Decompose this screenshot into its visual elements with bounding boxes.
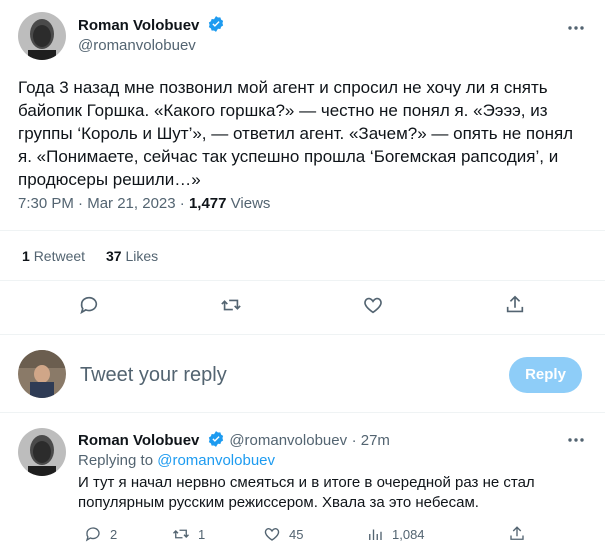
retweets-count: 1 bbox=[198, 526, 206, 542]
reply-replies[interactable]: 2 bbox=[84, 525, 117, 543]
like-icon[interactable] bbox=[362, 294, 384, 316]
views-icon bbox=[369, 529, 382, 540]
likes-count: 37 bbox=[106, 248, 122, 264]
views-label: Views bbox=[230, 195, 271, 212]
likes-count: 45 bbox=[289, 526, 304, 542]
reply-button[interactable]: Reply bbox=[509, 357, 582, 393]
views-count: 1,477 bbox=[188, 195, 227, 212]
reply-tweet-text: И тут я начал нервно смеяться и в итоге … bbox=[78, 474, 535, 511]
replies-count: 2 bbox=[110, 526, 118, 542]
retweet-icon[interactable] bbox=[220, 294, 242, 316]
tweet-date[interactable]: Mar 21, 2023 bbox=[87, 195, 175, 212]
retweets-stat[interactable]: 1 Retweet bbox=[22, 248, 85, 264]
replying-to: Replying to @romanvolobuev bbox=[78, 452, 275, 469]
tweet-time[interactable]: 7:30 PM bbox=[18, 195, 74, 212]
current-user-avatar[interactable] bbox=[18, 350, 66, 398]
tweet-text: Года 3 назад мне позвонил мой агент и сп… bbox=[18, 78, 574, 189]
replying-to-handle[interactable]: @romanvolobuev bbox=[157, 452, 275, 469]
retweet-icon bbox=[173, 529, 189, 539]
replying-to-prefix: Replying to bbox=[78, 452, 154, 469]
reply-views[interactable]: 1,084 bbox=[366, 525, 425, 543]
divider bbox=[0, 280, 605, 281]
reply-icon bbox=[85, 527, 100, 542]
author-avatar[interactable] bbox=[18, 12, 66, 60]
share-icon[interactable] bbox=[504, 294, 526, 316]
author-name-row[interactable]: Roman Volobuev bbox=[78, 15, 225, 35]
reply-retweets[interactable]: 1 bbox=[172, 525, 205, 543]
reply-header: Roman Volobuev @romanvolobuev · 27m bbox=[78, 430, 390, 449]
likes-stat[interactable]: 37 Likes bbox=[106, 248, 158, 264]
reply-time[interactable]: 27m bbox=[361, 432, 390, 449]
reply-author-name[interactable]: Roman Volobuev bbox=[78, 432, 199, 449]
share-icon[interactable] bbox=[508, 525, 526, 543]
likes-label: Likes bbox=[125, 248, 159, 264]
verified-badge-icon bbox=[207, 15, 225, 33]
views-count: 1,084 bbox=[392, 526, 425, 542]
author-name[interactable]: Roman Volobuev bbox=[78, 17, 199, 34]
reply-author-avatar[interactable] bbox=[18, 428, 66, 476]
reply-likes[interactable]: 45 bbox=[263, 525, 303, 543]
retweets-label: Retweet bbox=[33, 248, 86, 264]
divider bbox=[0, 334, 605, 335]
reply-input[interactable]: Tweet your reply bbox=[80, 364, 480, 387]
reply-icon[interactable] bbox=[78, 294, 100, 316]
divider bbox=[0, 412, 605, 413]
author-handle[interactable]: @romanvolobuev bbox=[78, 37, 196, 54]
like-icon bbox=[264, 528, 280, 541]
retweets-count: 1 bbox=[22, 248, 30, 264]
more-icon[interactable] bbox=[566, 18, 586, 38]
divider bbox=[0, 230, 605, 231]
tweet-meta: 7:30 PM · Mar 21, 2023 · 1,477 Views bbox=[18, 195, 271, 212]
verified-badge-icon bbox=[207, 430, 225, 448]
reply-author-handle[interactable]: @romanvolobuev bbox=[229, 432, 347, 449]
more-icon[interactable] bbox=[566, 430, 586, 450]
